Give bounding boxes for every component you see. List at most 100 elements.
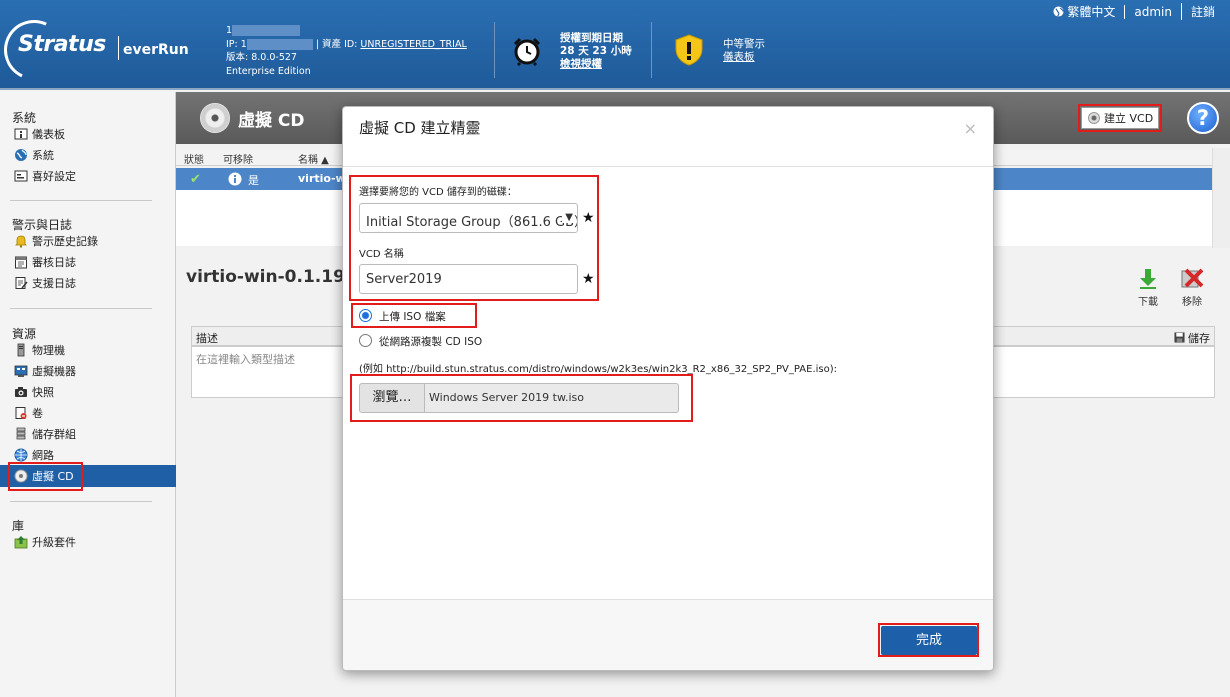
- upgrade-kit-icon: [14, 536, 28, 549]
- header-divider: [651, 22, 652, 78]
- section-title-system: 系統: [12, 111, 37, 125]
- warning-shield-icon: [675, 34, 703, 66]
- sidebar-item-storage-groups[interactable]: 儲存群組: [14, 425, 76, 443]
- download-label: 下載: [1138, 297, 1158, 308]
- section-title-alerts: 警示與日誌: [12, 218, 73, 232]
- highlight-box: [349, 175, 599, 301]
- logo-product: everRun: [123, 42, 189, 58]
- sidebar-item-snapshots[interactable]: 快照: [14, 383, 54, 401]
- sidebar-item-system[interactable]: 系統: [14, 146, 54, 164]
- download-button[interactable]: 下載: [1132, 268, 1164, 308]
- status-ok-icon: ✔: [190, 172, 201, 187]
- user-menu[interactable]: admin: [1124, 5, 1181, 19]
- dashboard-link[interactable]: 儀表板: [723, 51, 755, 63]
- save-button[interactable]: 儲存: [1173, 330, 1210, 346]
- sidebar-item-alert-history[interactable]: 警示歷史記錄: [14, 232, 98, 250]
- section-title-library: 庫: [12, 519, 25, 533]
- network-iso-label: 從網路源複製 CD ISO: [379, 336, 483, 348]
- highlight-box: [1078, 104, 1162, 132]
- network-globe-icon: [14, 448, 28, 462]
- preferences-icon: [14, 170, 28, 182]
- sidebar-item-virtual-machines[interactable]: 虛擬機器: [14, 362, 76, 380]
- sidebar-item-physical-machines[interactable]: 物理機: [14, 341, 65, 359]
- asset-id-link[interactable]: UNREGISTERED_TRIAL: [360, 39, 466, 50]
- save-disk-icon: [1173, 332, 1185, 343]
- version-text: 版本: 8.0.0-527: [226, 52, 297, 63]
- sidebar-item-label: 網路: [32, 449, 54, 462]
- info-board-icon: [14, 128, 28, 140]
- asset-label: | 資產 ID:: [315, 38, 358, 50]
- description-label: 描述: [196, 332, 218, 345]
- sidebar-item-label: 物理機: [32, 344, 65, 357]
- language-selector[interactable]: 繁體中文: [1044, 3, 1125, 20]
- masked-name: [232, 25, 301, 36]
- sidebar-item-upgrade-kits[interactable]: 升級套件: [14, 533, 76, 551]
- help-icon[interactable]: ?: [1187, 102, 1219, 134]
- download-arrow-icon: [1140, 269, 1156, 289]
- remove-button[interactable]: 移除: [1176, 268, 1208, 308]
- document-pen-icon: [15, 277, 28, 289]
- license-days: 28 天 23 小時: [560, 45, 632, 57]
- calendar-icon: [15, 256, 27, 269]
- network-iso-radio[interactable]: [359, 334, 372, 347]
- sidebar-item-label: 升級套件: [32, 536, 76, 549]
- view-license-link[interactable]: 檢視授權: [560, 58, 602, 70]
- close-icon[interactable]: ×: [964, 119, 977, 138]
- example-url-text: (例如 http://build.stun.stratus.com/distro…: [359, 364, 837, 375]
- remove-label: 移除: [1182, 297, 1202, 308]
- sidebar-item-label: 儲存群組: [32, 428, 76, 441]
- dialog-divider: [343, 599, 993, 600]
- sidebar-item-label: 審核日誌: [32, 256, 76, 269]
- highlight-box: [878, 623, 979, 657]
- section-divider: [10, 501, 152, 502]
- sidebar-item-label: 快照: [32, 386, 54, 399]
- app-header: Stratus everRun 1 IP: 1 | 資產 ID: UNREGIS…: [0, 0, 1230, 90]
- detail-title: virtio-win-0.1.190_: [186, 267, 366, 287]
- sidebar-item-support-log[interactable]: 支援日誌: [14, 274, 76, 292]
- sidebar-item-label: 系統: [32, 149, 54, 162]
- section-divider: [10, 308, 152, 309]
- row-removable: 是: [248, 174, 259, 187]
- system-info: 1 IP: 1 | 資產 ID: UNREGISTERED_TRIAL 版本: …: [226, 24, 467, 78]
- sidebar: 系統 儀表板 系統 喜好設定 警示與日誌 警示歷史記錄 審核日誌 支援日誌 資源…: [0, 92, 176, 697]
- save-label: 儲存: [1188, 332, 1210, 345]
- stratus-logo: Stratus everRun: [0, 11, 189, 89]
- header-divider: [494, 22, 495, 78]
- globe-icon: [15, 149, 27, 161]
- globe-icon: [1052, 6, 1064, 17]
- highlight-box: [8, 462, 83, 491]
- dialog-title: 虛擬 CD 建立精靈: [359, 119, 481, 137]
- table-scrollbar[interactable]: [1212, 148, 1230, 248]
- virtual-machine-icon: [14, 365, 28, 377]
- language-label: 繁體中文: [1067, 5, 1116, 19]
- sidebar-item-label: 卷: [32, 407, 43, 420]
- page-title: 虛擬 CD: [238, 111, 305, 131]
- column-removable[interactable]: 可移除: [223, 151, 253, 166]
- highlight-box: [350, 374, 693, 422]
- logout-link[interactable]: 註銷: [1180, 3, 1224, 20]
- sidebar-item-volumes[interactable]: 卷: [14, 404, 43, 422]
- alarm-clock-icon: [513, 37, 541, 66]
- top-right-menu: 繁體中文 admin 註銷: [1044, 3, 1224, 20]
- sidebar-item-dashboard[interactable]: 儀表板: [14, 125, 65, 143]
- sidebar-item-label: 儀表板: [32, 128, 65, 141]
- alert-title: 中等警示: [723, 38, 765, 50]
- storage-stack-icon: [16, 427, 26, 440]
- remove-server-icon: [1181, 268, 1204, 288]
- column-name[interactable]: 名稱 ▲: [298, 151, 329, 166]
- server-tower-icon: [17, 343, 25, 357]
- masked-ip: [246, 38, 313, 50]
- highlight-box: [351, 303, 477, 328]
- dialog-divider: [343, 166, 993, 167]
- sidebar-item-preferences[interactable]: 喜好設定: [14, 167, 76, 185]
- cd-icon: [200, 103, 230, 133]
- column-status[interactable]: 狀態: [184, 151, 204, 166]
- sidebar-item-label: 喜好設定: [32, 170, 76, 183]
- camera-icon: [15, 387, 27, 397]
- info-icon: [228, 172, 242, 189]
- bell-icon: [15, 235, 27, 248]
- sidebar-item-label: 虛擬機器: [32, 365, 76, 378]
- sidebar-item-audit-log[interactable]: 審核日誌: [14, 253, 76, 271]
- create-vcd-wizard-dialog: 虛擬 CD 建立精靈 × 選擇要將您的 VCD 儲存到的磁碟： Initial …: [342, 106, 994, 671]
- ip-label: IP: 1: [226, 38, 247, 50]
